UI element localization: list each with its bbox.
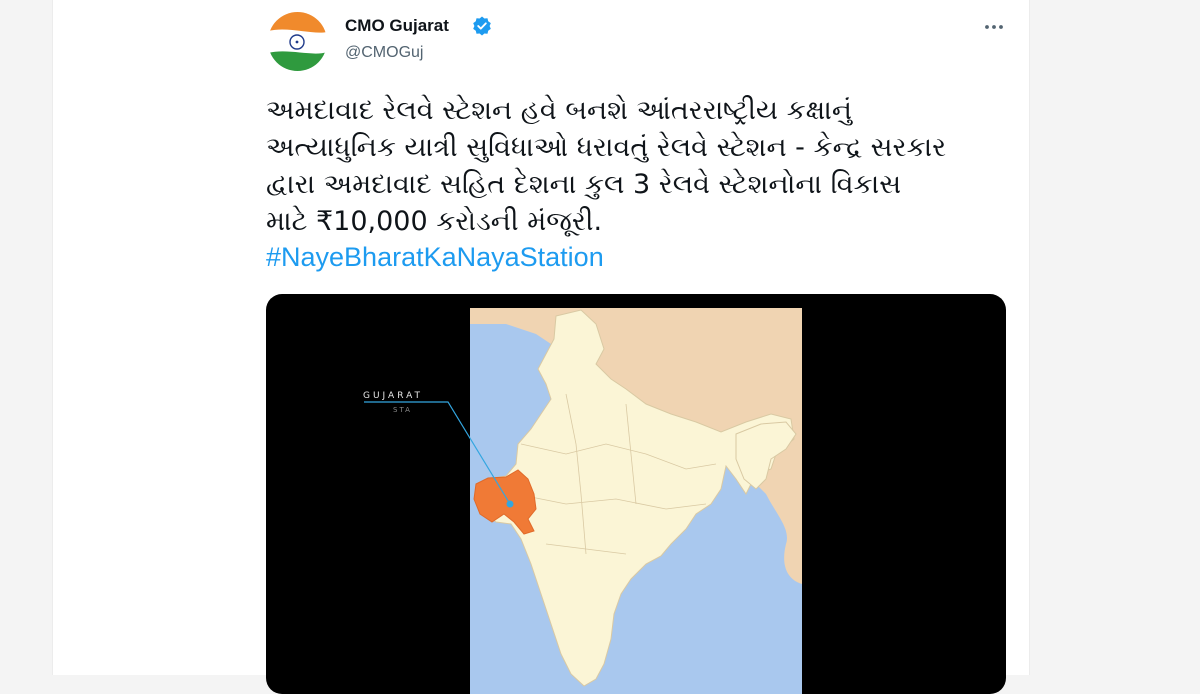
- author-handle[interactable]: @CMOGuj: [345, 44, 423, 62]
- author-name[interactable]: CMO Gujarat: [345, 16, 449, 36]
- hashtag-link[interactable]: #NayeBharatKaNayaStation: [266, 242, 604, 273]
- map-sublabel: STA: [393, 406, 412, 414]
- map-callout-dot: [506, 500, 514, 508]
- more-options-icon[interactable]: [982, 17, 1006, 37]
- india-flag-avatar-icon: [268, 12, 327, 71]
- author-avatar[interactable]: [268, 12, 327, 71]
- verified-badge-icon: [473, 16, 491, 36]
- tweet-text: અમદાવાદ રેલવે સ્ટેશન હવે બનશે આંતરરાષ્ટ્…: [266, 95, 947, 237]
- tweet-media-video[interactable]: GUJARAT STA: [266, 294, 1006, 694]
- india-map-image: [364, 308, 802, 694]
- map-label: GUJARAT: [363, 391, 424, 401]
